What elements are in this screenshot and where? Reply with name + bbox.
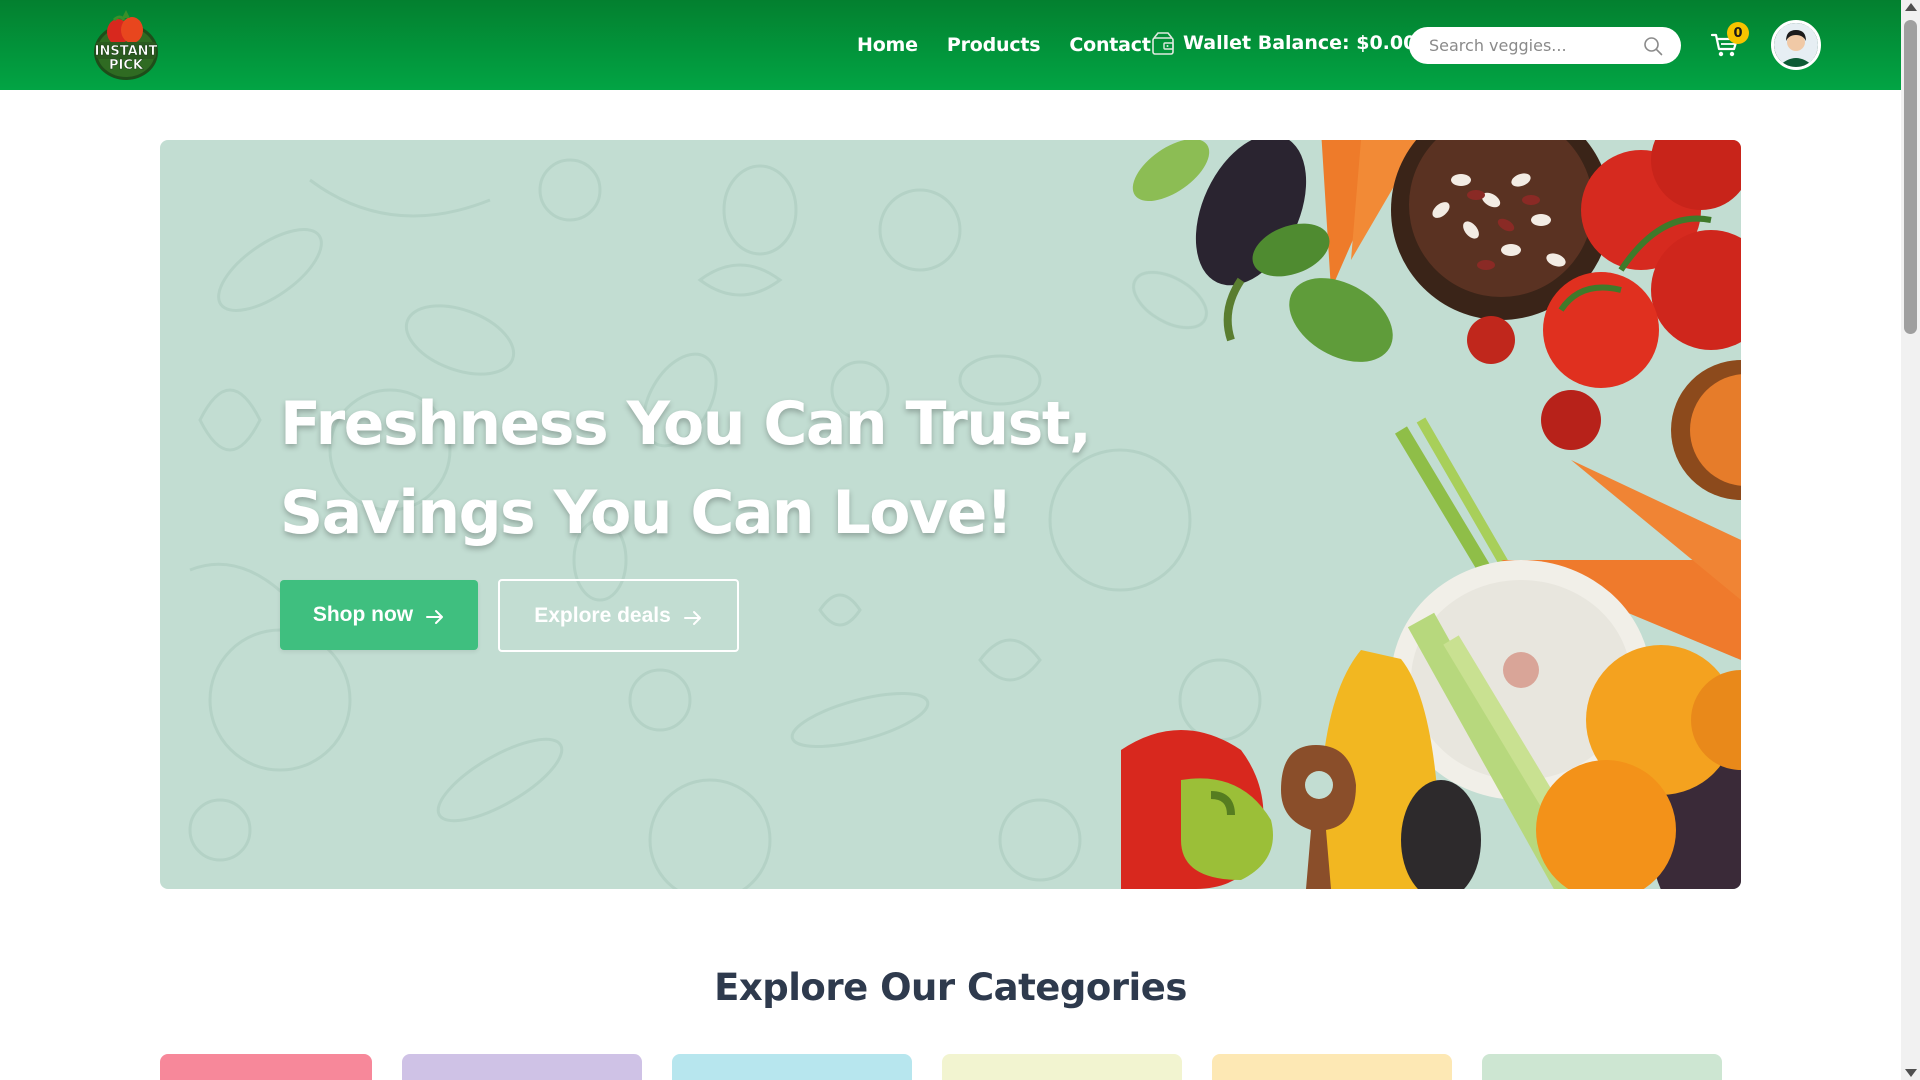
logo-text-instant: INSTANT [95, 44, 158, 59]
cart-count-badge: 0 [1727, 22, 1749, 44]
wallet-balance-label: Wallet Balance: $0.00 [1183, 32, 1417, 54]
page: INSTANT PICK Home Products Contact Walle… [0, 0, 1920, 1080]
wallet-icon [1151, 30, 1175, 56]
category-card[interactable] [672, 1054, 912, 1080]
arrow-right-icon [683, 608, 703, 625]
nav-products[interactable]: Products [947, 34, 1041, 56]
wallet-balance: Wallet Balance: $0.00 [1151, 30, 1416, 56]
brand-logo[interactable]: INSTANT PICK [88, 8, 164, 82]
shop-now-label: Shop now [312, 603, 414, 626]
category-card[interactable] [402, 1054, 642, 1080]
category-card[interactable] [942, 1054, 1182, 1080]
page-scrollbar[interactable] [1901, 0, 1920, 1080]
user-avatar[interactable] [1771, 20, 1821, 70]
arrow-right-icon [425, 607, 445, 624]
explore-deals-label: Explore deals [534, 603, 671, 627]
navbar: INSTANT PICK Home Products Contact Walle… [0, 0, 1901, 90]
search-bar [1409, 27, 1681, 64]
explore-deals-button[interactable]: Explore deals [498, 579, 739, 652]
hero-title-line2: Savings You Can Love! [280, 478, 1013, 548]
scrollbar-thumb[interactable] [1904, 20, 1917, 334]
shop-now-button[interactable]: Shop now [280, 580, 478, 650]
category-card[interactable] [1212, 1054, 1452, 1080]
category-card[interactable] [160, 1054, 372, 1080]
hero-banner: Freshness You Can Trust, Savings You Can… [160, 140, 1741, 889]
main-nav: Home Products Contact [857, 0, 1151, 90]
scroll-down-arrow-icon[interactable] [1905, 1069, 1917, 1077]
categories-title: Explore Our Categories [714, 966, 1187, 1009]
hero-vegetables-image [1121, 140, 1741, 889]
nav-contact[interactable]: Contact [1069, 34, 1151, 56]
scroll-up-arrow-icon[interactable] [1905, 3, 1917, 11]
nav-home[interactable]: Home [857, 34, 918, 56]
hero-title: Freshness You Can Trust, Savings You Can… [280, 380, 1092, 558]
search-input[interactable] [1429, 33, 1629, 58]
logo-text-pick: PICK [109, 58, 144, 73]
category-card[interactable] [1482, 1054, 1722, 1080]
search-icon[interactable] [1643, 36, 1663, 56]
hero-title-line1: Freshness You Can Trust, [280, 389, 1092, 459]
